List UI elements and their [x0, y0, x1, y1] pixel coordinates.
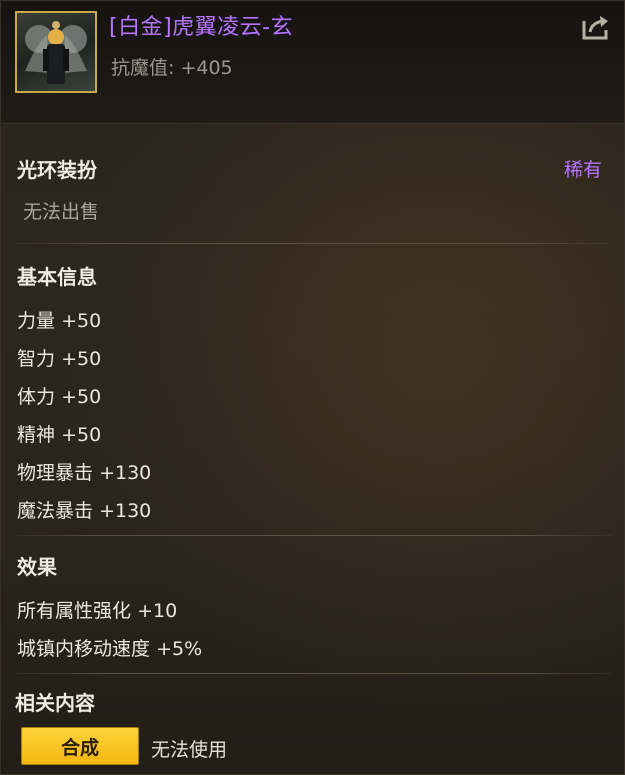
stat-value: +50: [61, 348, 102, 370]
resistance-value: +405: [180, 57, 233, 79]
effect-row: 所有属性强化 +10: [17, 596, 177, 623]
item-icon[interactable]: [15, 11, 97, 93]
stat-name: 体力: [17, 386, 56, 408]
divider: [15, 535, 612, 536]
share-icon[interactable]: [580, 13, 612, 41]
stat-row: 物理暴击 +130: [17, 458, 151, 485]
divider: [15, 673, 612, 674]
item-tooltip-panel: [白金]虎翼凌云-玄 抗魔值: +405 光环装扮 稀有 无法出售 基本信息 力…: [0, 0, 625, 775]
stat-name: 智力: [17, 348, 56, 370]
basic-info-title: 基本信息: [17, 265, 97, 289]
effect-name: 所有属性强化: [17, 600, 132, 622]
stat-row: 智力 +50: [17, 344, 101, 371]
item-header: [白金]虎翼凌云-玄 抗魔值: +405: [1, 1, 624, 124]
item-type: 光环装扮: [17, 158, 97, 182]
stat-value: +130: [99, 500, 152, 522]
stat-row: 体力 +50: [17, 382, 101, 409]
stat-name: 物理暴击: [17, 462, 94, 484]
resistance-line: 抗魔值: +405: [111, 53, 233, 80]
stat-name: 魔法暴击: [17, 500, 94, 522]
stat-value: +50: [61, 310, 102, 332]
stat-row: 力量 +50: [17, 306, 101, 333]
effect-name: 城镇内移动速度: [17, 638, 151, 660]
stat-value: +50: [61, 386, 102, 408]
effect-value: +10: [137, 600, 178, 622]
stat-value: +50: [61, 424, 102, 446]
effect-value: +5%: [156, 638, 203, 660]
divider: [15, 243, 612, 244]
rarity-label: 稀有: [563, 159, 602, 181]
effect-row: 城镇内移动速度 +5%: [17, 634, 202, 661]
synthesize-button[interactable]: 合成: [21, 727, 139, 765]
stat-row: 魔法暴击 +130: [17, 496, 151, 523]
effects-title: 效果: [17, 555, 57, 579]
item-name: [白金]虎翼凌云-玄: [109, 15, 294, 40]
sell-status: 无法出售: [23, 201, 100, 223]
use-status: 无法使用: [151, 739, 228, 761]
stat-row: 精神 +50: [17, 420, 101, 447]
stat-name: 力量: [17, 310, 56, 332]
related-title: 相关内容: [15, 691, 95, 715]
stat-value: +130: [99, 462, 152, 484]
stat-name: 精神: [17, 424, 56, 446]
resistance-label: 抗魔值:: [111, 57, 175, 79]
